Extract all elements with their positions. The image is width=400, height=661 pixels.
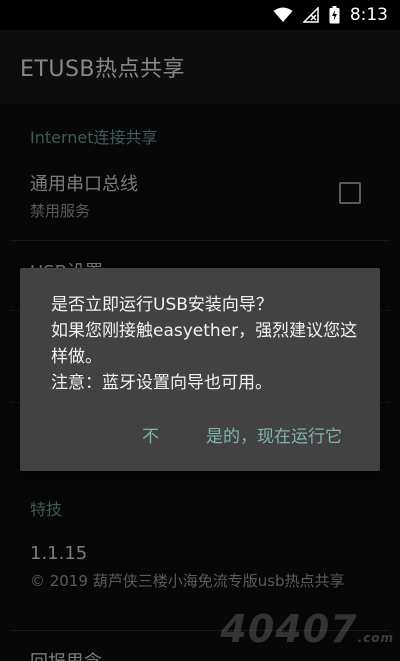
status-time: 8:13 (349, 5, 388, 25)
status-bar: 8:13 (0, 0, 400, 30)
dialog-no-button[interactable]: 不 (142, 418, 159, 450)
dialog-yes-button[interactable]: 是的，现在运行它 (206, 418, 342, 450)
dialog-message: 是否立即运行USB安装向导？ 如果您刚接触easyether，强烈建议您这样做。… (51, 295, 358, 393)
wifi-icon (273, 7, 293, 23)
battery-charging-icon (329, 6, 340, 24)
usb-wizard-dialog: 是否立即运行USB安装向导？ 如果您刚接触easyether，强烈建议您这样做。… (20, 268, 380, 471)
watermark-text: 40407 (220, 607, 358, 651)
watermark-suffix: .com (357, 631, 394, 645)
site-watermark: 40407.com (220, 607, 394, 651)
signal-off-icon (302, 7, 319, 23)
